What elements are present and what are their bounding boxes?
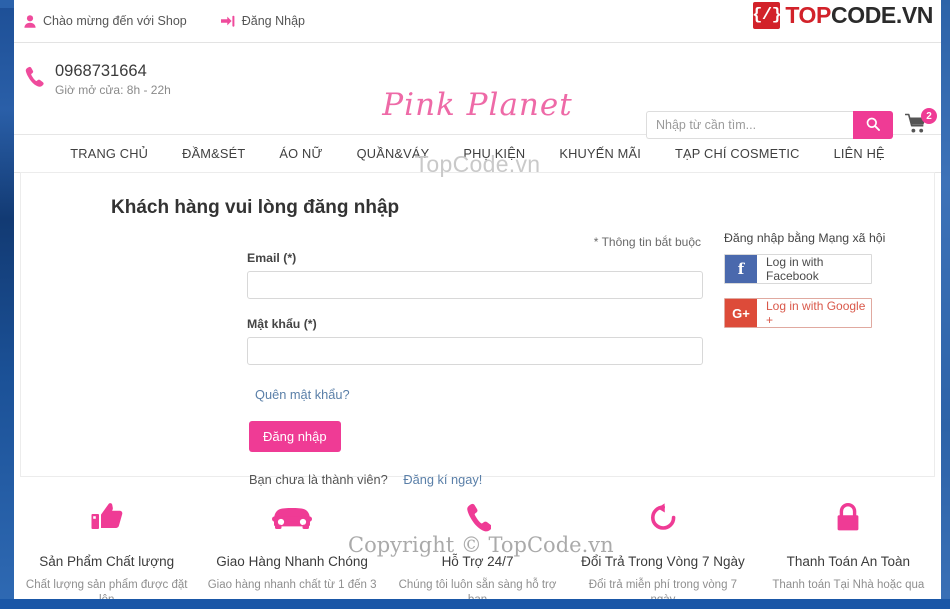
facebook-login-button[interactable]: f Log in with Facebook bbox=[724, 254, 872, 284]
browser-frame-bottom bbox=[0, 599, 950, 609]
required-note: * Thông tin bắt buộc bbox=[593, 235, 701, 249]
feature-title: Sản Phẩm Chất lượng bbox=[39, 554, 175, 569]
feature-item-payment: Thanh Toán An Toàn Thanh toán Tại Nhà ho… bbox=[756, 500, 941, 599]
welcome-label: Chào mừng đến với Shop bbox=[43, 14, 187, 28]
google-login-label: Log in with Google + bbox=[766, 299, 866, 327]
feature-sub: Giao hàng nhanh chất từ 1 đến 3 bbox=[207, 579, 377, 591]
thumbs-up-icon bbox=[20, 500, 193, 534]
password-input[interactable] bbox=[247, 337, 703, 365]
cart-button[interactable]: 2 bbox=[904, 108, 937, 139]
top-login-link[interactable]: Đăng Nhập bbox=[220, 14, 305, 28]
search-icon bbox=[866, 117, 880, 134]
lock-icon bbox=[762, 500, 935, 534]
feature-title: Hỗ Trợ 24/7 bbox=[441, 554, 514, 569]
car-icon bbox=[205, 500, 378, 534]
nav-item-tap-chi-cosmetic[interactable]: TẠP CHÍ COSMETIC bbox=[658, 135, 817, 173]
feature-sub: Chúng tôi luôn sẵn sàng hỗ trợ bạn bbox=[398, 579, 557, 599]
user-icon bbox=[24, 14, 36, 28]
browser-frame-left bbox=[0, 0, 14, 609]
feature-sub: Thanh toán Tại Nhà hoặc qua bbox=[772, 579, 925, 591]
social-login-title: Đăng nhập bằng Mạng xã hội bbox=[724, 231, 886, 245]
welcome-message: Chào mừng đến với Shop bbox=[24, 14, 187, 28]
search-form bbox=[646, 111, 893, 139]
google-login-button[interactable]: G+ Log in with Google + bbox=[724, 298, 872, 328]
nav-item-ao-nu[interactable]: ÁO NỮ bbox=[262, 135, 339, 173]
facebook-icon: f bbox=[725, 255, 757, 283]
topcode-brand-red: TOP bbox=[785, 2, 831, 28]
member-question: Bạn chưa là thành viên? bbox=[249, 472, 388, 487]
register-row: Bạn chưa là thành viên? Đăng kí ngay! bbox=[249, 472, 703, 487]
undo-icon bbox=[576, 500, 749, 534]
page-canvas: Chào mừng đến với Shop Đăng Nhập {/} TOP… bbox=[14, 0, 941, 599]
email-label: Email (*) bbox=[247, 251, 297, 265]
cart-count-badge: 2 bbox=[921, 108, 937, 124]
page-title: Khách hàng vui lòng đăng nhập bbox=[111, 197, 400, 218]
login-form: Email (*) Mật khẩu (*) Quên mật khẩu? Đă… bbox=[247, 251, 703, 487]
register-link[interactable]: Đăng kí ngay! bbox=[403, 472, 482, 487]
topcode-watermark-logo: {/} TOPCODE.VN bbox=[752, 2, 933, 29]
header-search-area: 2 bbox=[646, 108, 937, 139]
social-login-column: Đăng nhập bằng Mạng xã hội f Log in with… bbox=[724, 231, 914, 342]
feature-title: Thanh Toán An Toàn bbox=[786, 554, 910, 569]
forgot-password-link[interactable]: Quên mật khẩu? bbox=[255, 387, 350, 402]
nav-item-trang-chu[interactable]: TRANG CHỦ bbox=[53, 135, 165, 173]
nav-item-dam-set[interactable]: ĐẦM&SÉT bbox=[165, 135, 262, 173]
top-login-label: Đăng Nhập bbox=[241, 14, 305, 28]
feature-strip: Sản Phẩm Chất lượng Chất lượng sản phẩm … bbox=[14, 500, 941, 599]
nav-item-khuyen-mai[interactable]: KHUYẾN MÃI bbox=[542, 135, 658, 173]
login-panel: Khách hàng vui lòng đăng nhập * Thông ti… bbox=[20, 172, 935, 487]
browser-frame-right bbox=[941, 0, 950, 609]
feature-item-shipping: Giao Hàng Nhanh Chóng Giao hàng nhanh ch… bbox=[199, 500, 384, 599]
email-input[interactable] bbox=[247, 271, 703, 299]
feature-item-quality: Sản Phẩm Chất lượng Chất lượng sản phẩm … bbox=[14, 500, 199, 599]
feature-item-return: Đổi Trả Trong Vòng 7 Ngày Đổi trả miễn p… bbox=[570, 500, 755, 599]
nav-item-quan-vay[interactable]: QUẦN&VÁY bbox=[340, 135, 447, 173]
browser-frame-top-left bbox=[0, 0, 14, 8]
google-plus-icon: G+ bbox=[725, 299, 757, 327]
feature-sub: Đổi trả miễn phí trong vòng 7 ngày bbox=[588, 579, 738, 599]
search-input[interactable] bbox=[646, 111, 853, 139]
feature-title: Đổi Trả Trong Vòng 7 Ngày bbox=[581, 554, 745, 569]
nav-item-phu-kien[interactable]: PHỤ KIỆN bbox=[446, 135, 542, 173]
nav-item-lien-he[interactable]: LIÊN HỆ bbox=[817, 135, 902, 173]
login-submit-button[interactable]: Đăng nhập bbox=[249, 421, 341, 452]
site-header: 0968731664 Giờ mở cửa: 8h - 22h Pink Pla… bbox=[14, 43, 941, 139]
topcode-badge-icon: {/} bbox=[752, 2, 782, 29]
feature-item-support: Hỗ Trợ 24/7 Chúng tôi luôn sẵn sàng hỗ t… bbox=[385, 500, 570, 599]
facebook-login-label: Log in with Facebook bbox=[766, 255, 824, 283]
feature-sub: Chất lượng sản phẩm được đặt lên bbox=[25, 579, 188, 599]
topcode-brand-dark: CODE.VN bbox=[831, 2, 933, 28]
phone-number: 0968731664 bbox=[55, 62, 147, 80]
main-navigation: TRANG CHỦ ĐẦM&SÉT ÁO NỮ QUẦN&VÁY PHỤ KIỆ… bbox=[14, 135, 941, 173]
top-bar: Chào mừng đến với Shop Đăng Nhập {/} TOP… bbox=[14, 0, 941, 43]
sign-in-icon bbox=[220, 15, 235, 28]
password-label: Mật khẩu (*) bbox=[247, 317, 317, 331]
feature-title: Giao Hàng Nhanh Chóng bbox=[216, 554, 368, 569]
search-button[interactable] bbox=[853, 111, 893, 139]
screenshot-root: Chào mừng đến với Shop Đăng Nhập {/} TOP… bbox=[0, 0, 950, 609]
phone-icon bbox=[391, 500, 564, 534]
